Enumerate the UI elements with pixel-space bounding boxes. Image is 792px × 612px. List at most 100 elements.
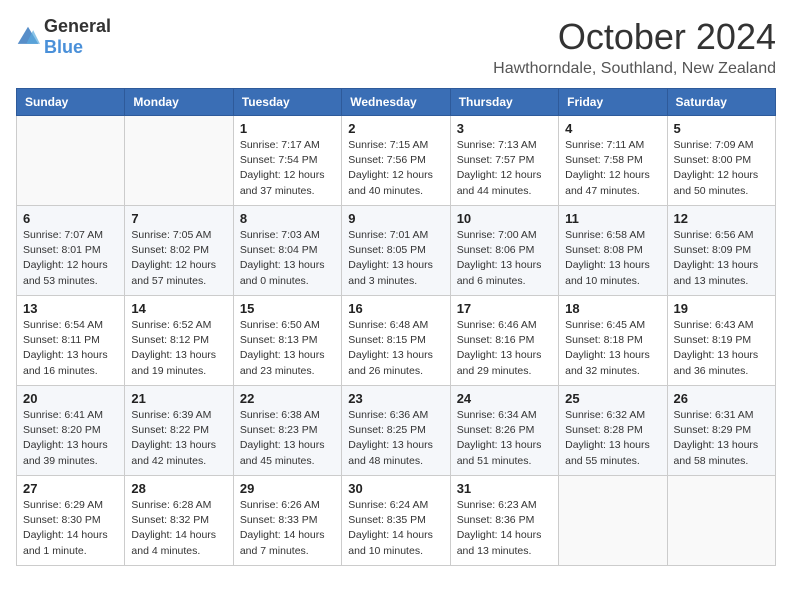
day-number: 31 — [457, 481, 552, 496]
calendar-cell: 12 Sunrise: 6:56 AM Sunset: 8:09 PM Dayli… — [667, 206, 775, 296]
calendar-cell: 4 Sunrise: 7:11 AM Sunset: 7:58 PM Daylig… — [559, 116, 667, 206]
calendar-cell: 5 Sunrise: 7:09 AM Sunset: 8:00 PM Daylig… — [667, 116, 775, 206]
logo-general: General — [44, 16, 111, 36]
calendar-cell: 27Sunrise: 6:29 AM Sunset: 8:30 PM Dayli… — [17, 476, 125, 566]
calendar-cell: 31 Sunrise: 6:23 AM Sunset: 8:36 PM Dayli… — [450, 476, 558, 566]
calendar-cell — [17, 116, 125, 206]
day-info: Sunrise: 6:31 AM Sunset: 8:29 PM Dayligh… — [674, 408, 769, 469]
day-number: 21 — [131, 391, 226, 406]
day-number: 25 — [565, 391, 660, 406]
day-info: Sunrise: 7:17 AM Sunset: 7:54 PM Dayligh… — [240, 138, 335, 199]
calendar-cell: 16 Sunrise: 6:48 AM Sunset: 8:15 PM Dayli… — [342, 296, 450, 386]
calendar-cell — [559, 476, 667, 566]
day-info: Sunrise: 6:52 AM Sunset: 8:12 PM Dayligh… — [131, 318, 226, 379]
calendar-cell: 13Sunrise: 6:54 AM Sunset: 8:11 PM Dayli… — [17, 296, 125, 386]
calendar-cell — [667, 476, 775, 566]
day-number: 3 — [457, 121, 552, 136]
day-number: 28 — [131, 481, 226, 496]
day-number: 19 — [674, 301, 769, 316]
calendar-cell: 14 Sunrise: 6:52 AM Sunset: 8:12 PM Dayli… — [125, 296, 233, 386]
weekday-tuesday: Tuesday — [233, 89, 341, 116]
day-info: Sunrise: 7:03 AM Sunset: 8:04 PM Dayligh… — [240, 228, 335, 289]
day-info: Sunrise: 6:58 AM Sunset: 8:08 PM Dayligh… — [565, 228, 660, 289]
day-info: Sunrise: 6:26 AM Sunset: 8:33 PM Dayligh… — [240, 498, 335, 559]
day-info: Sunrise: 6:50 AM Sunset: 8:13 PM Dayligh… — [240, 318, 335, 379]
page-header: General Blue October 2024 Hawthorndale, … — [16, 16, 776, 78]
day-number: 17 — [457, 301, 552, 316]
day-number: 1 — [240, 121, 335, 136]
day-number: 14 — [131, 301, 226, 316]
calendar-cell: 11 Sunrise: 6:58 AM Sunset: 8:08 PM Dayli… — [559, 206, 667, 296]
day-info: Sunrise: 6:29 AM Sunset: 8:30 PM Dayligh… — [23, 498, 118, 559]
weekday-header-row: SundayMondayTuesdayWednesdayThursdayFrid… — [17, 89, 776, 116]
calendar-cell: 3Sunrise: 7:13 AM Sunset: 7:57 PM Daylig… — [450, 116, 558, 206]
weekday-sunday: Sunday — [17, 89, 125, 116]
calendar-cell: 2 Sunrise: 7:15 AM Sunset: 7:56 PM Daylig… — [342, 116, 450, 206]
calendar-cell: 10 Sunrise: 7:00 AM Sunset: 8:06 PM Dayli… — [450, 206, 558, 296]
calendar-cell: 20Sunrise: 6:41 AM Sunset: 8:20 PM Dayli… — [17, 386, 125, 476]
day-number: 30 — [348, 481, 443, 496]
day-info: Sunrise: 7:00 AM Sunset: 8:06 PM Dayligh… — [457, 228, 552, 289]
weekday-friday: Friday — [559, 89, 667, 116]
day-number: 13 — [23, 301, 118, 316]
week-row-4: 20Sunrise: 6:41 AM Sunset: 8:20 PM Dayli… — [17, 386, 776, 476]
calendar-cell: 17 Sunrise: 6:46 AM Sunset: 8:16 PM Dayli… — [450, 296, 558, 386]
day-info: Sunrise: 6:56 AM Sunset: 8:09 PM Dayligh… — [674, 228, 769, 289]
day-number: 29 — [240, 481, 335, 496]
day-number: 16 — [348, 301, 443, 316]
day-number: 4 — [565, 121, 660, 136]
day-info: Sunrise: 7:15 AM Sunset: 7:56 PM Dayligh… — [348, 138, 443, 199]
calendar-cell — [125, 116, 233, 206]
weekday-saturday: Saturday — [667, 89, 775, 116]
day-info: Sunrise: 6:38 AM Sunset: 8:23 PM Dayligh… — [240, 408, 335, 469]
day-info: Sunrise: 7:05 AM Sunset: 8:02 PM Dayligh… — [131, 228, 226, 289]
weekday-wednesday: Wednesday — [342, 89, 450, 116]
day-info: Sunrise: 7:11 AM Sunset: 7:58 PM Dayligh… — [565, 138, 660, 199]
day-number: 10 — [457, 211, 552, 226]
day-number: 5 — [674, 121, 769, 136]
day-info: Sunrise: 7:09 AM Sunset: 8:00 PM Dayligh… — [674, 138, 769, 199]
calendar-cell: 23Sunrise: 6:36 AM Sunset: 8:25 PM Dayli… — [342, 386, 450, 476]
day-number: 7 — [131, 211, 226, 226]
day-info: Sunrise: 6:48 AM Sunset: 8:15 PM Dayligh… — [348, 318, 443, 379]
day-info: Sunrise: 7:01 AM Sunset: 8:05 PM Dayligh… — [348, 228, 443, 289]
calendar-cell: 6Sunrise: 7:07 AM Sunset: 8:01 PM Daylig… — [17, 206, 125, 296]
calendar-table: SundayMondayTuesdayWednesdayThursdayFrid… — [16, 88, 776, 566]
day-info: Sunrise: 6:41 AM Sunset: 8:20 PM Dayligh… — [23, 408, 118, 469]
calendar-cell: 30Sunrise: 6:24 AM Sunset: 8:35 PM Dayli… — [342, 476, 450, 566]
calendar-cell: 19Sunrise: 6:43 AM Sunset: 8:19 PM Dayli… — [667, 296, 775, 386]
calendar-cell: 29 Sunrise: 6:26 AM Sunset: 8:33 PM Dayli… — [233, 476, 341, 566]
day-number: 26 — [674, 391, 769, 406]
logo-icon — [16, 25, 40, 49]
day-info: Sunrise: 6:34 AM Sunset: 8:26 PM Dayligh… — [457, 408, 552, 469]
day-number: 9 — [348, 211, 443, 226]
calendar-cell: 7 Sunrise: 7:05 AM Sunset: 8:02 PM Daylig… — [125, 206, 233, 296]
calendar-cell: 24Sunrise: 6:34 AM Sunset: 8:26 PM Dayli… — [450, 386, 558, 476]
day-info: Sunrise: 6:46 AM Sunset: 8:16 PM Dayligh… — [457, 318, 552, 379]
day-info: Sunrise: 6:23 AM Sunset: 8:36 PM Dayligh… — [457, 498, 552, 559]
day-number: 8 — [240, 211, 335, 226]
week-row-2: 6Sunrise: 7:07 AM Sunset: 8:01 PM Daylig… — [17, 206, 776, 296]
calendar-cell: 21 Sunrise: 6:39 AM Sunset: 8:22 PM Dayli… — [125, 386, 233, 476]
title-block: October 2024 Hawthorndale, Southland, Ne… — [493, 16, 776, 78]
month-title: October 2024 — [493, 16, 776, 58]
calendar-cell: 28 Sunrise: 6:28 AM Sunset: 8:32 PM Dayli… — [125, 476, 233, 566]
calendar-cell: 22 Sunrise: 6:38 AM Sunset: 8:23 PM Dayli… — [233, 386, 341, 476]
calendar-cell: 8 Sunrise: 7:03 AM Sunset: 8:04 PM Daylig… — [233, 206, 341, 296]
weekday-monday: Monday — [125, 89, 233, 116]
day-info: Sunrise: 6:32 AM Sunset: 8:28 PM Dayligh… — [565, 408, 660, 469]
week-row-3: 13Sunrise: 6:54 AM Sunset: 8:11 PM Dayli… — [17, 296, 776, 386]
calendar-cell: 18 Sunrise: 6:45 AM Sunset: 8:18 PM Dayli… — [559, 296, 667, 386]
day-number: 22 — [240, 391, 335, 406]
day-number: 2 — [348, 121, 443, 136]
calendar-body: 1 Sunrise: 7:17 AM Sunset: 7:54 PM Daylig… — [17, 116, 776, 566]
day-number: 15 — [240, 301, 335, 316]
location-title: Hawthorndale, Southland, New Zealand — [493, 60, 776, 78]
day-number: 11 — [565, 211, 660, 226]
day-number: 12 — [674, 211, 769, 226]
day-info: Sunrise: 6:45 AM Sunset: 8:18 PM Dayligh… — [565, 318, 660, 379]
day-info: Sunrise: 6:28 AM Sunset: 8:32 PM Dayligh… — [131, 498, 226, 559]
day-number: 18 — [565, 301, 660, 316]
day-info: Sunrise: 6:39 AM Sunset: 8:22 PM Dayligh… — [131, 408, 226, 469]
day-number: 6 — [23, 211, 118, 226]
